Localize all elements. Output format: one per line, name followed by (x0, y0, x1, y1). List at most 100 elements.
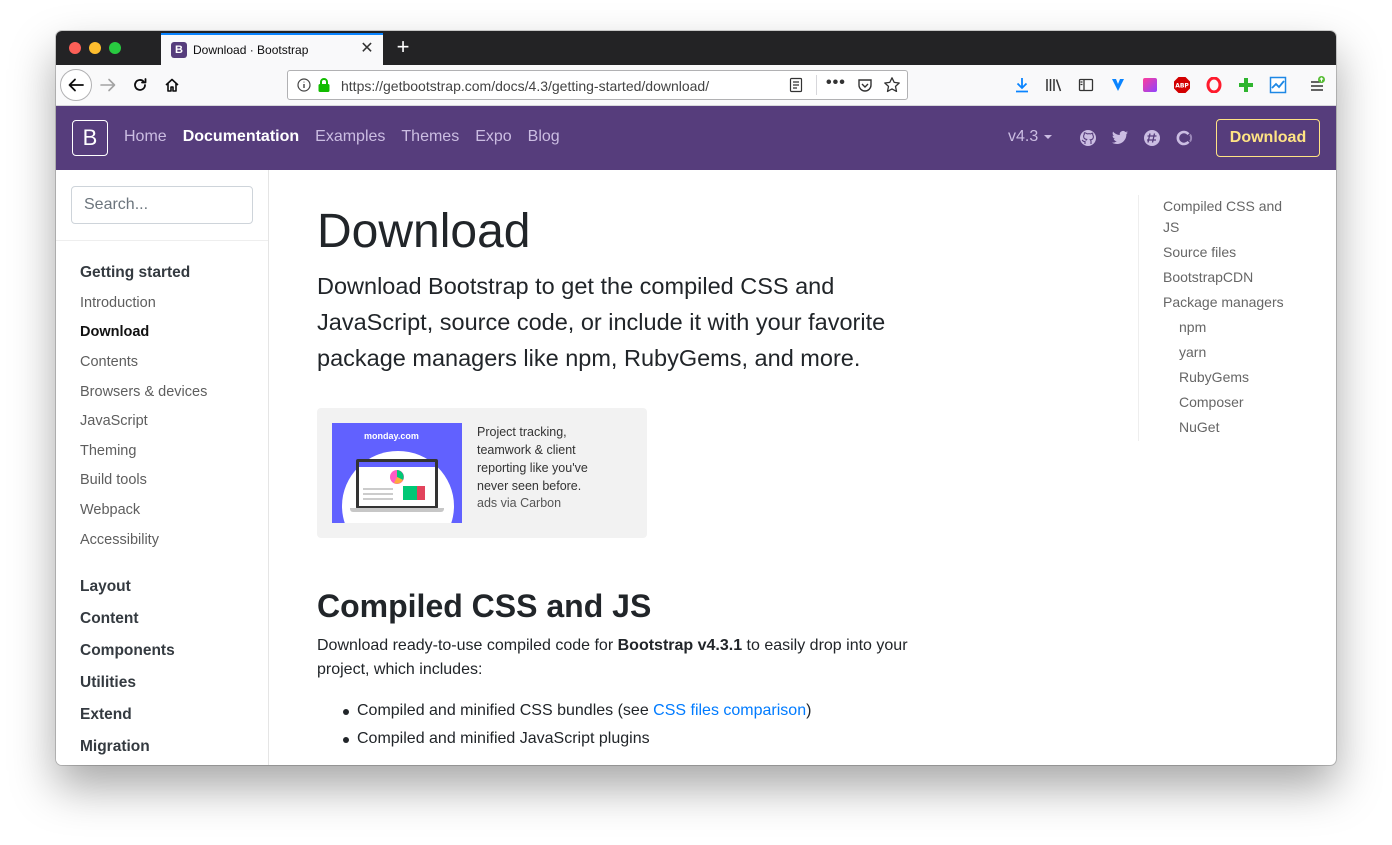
info-icon[interactable] (297, 78, 311, 92)
nav-link-home[interactable]: Home (124, 128, 167, 146)
ad-text[interactable]: Project tracking, teamwork & client repo… (477, 423, 617, 495)
para-prefix: Download ready-to-use compiled code for (317, 637, 618, 654)
url-separator (816, 75, 817, 95)
downloads-icon[interactable] (1013, 76, 1031, 94)
sidebar-item-contents[interactable]: Contents (80, 354, 138, 370)
reader-view-icon[interactable] (788, 77, 804, 93)
sidebar-group-utilities[interactable]: Utilities (80, 674, 136, 692)
new-tab-button[interactable]: + (393, 35, 413, 59)
toc-item-nuget[interactable]: NuGet (1179, 417, 1219, 438)
menu-icon[interactable] (1308, 76, 1326, 94)
page-title: Download (317, 205, 531, 258)
bootstrap-logo[interactable]: B (72, 120, 108, 156)
opera-icon[interactable] (1205, 76, 1223, 94)
github-icon[interactable] (1079, 129, 1097, 147)
sidebar-group-migration[interactable]: Migration (80, 738, 150, 756)
version-dropdown[interactable]: v4.3 (1008, 128, 1053, 146)
ad-image[interactable]: monday.com (332, 423, 462, 523)
lead-paragraph: Download Bootstrap to get the compiled C… (317, 273, 886, 371)
includes-list: Compiled and minified CSS bundles (see C… (317, 697, 811, 753)
url-bar[interactable]: https://getbootstrap.com/docs/4.3/gettin… (287, 70, 908, 100)
close-tab-icon[interactable]: ✕ (359, 41, 375, 57)
sidebar-group-getting-started[interactable]: Getting started (80, 264, 190, 282)
sidebar-item-download[interactable]: Download (80, 324, 149, 340)
table-of-contents: Compiled CSS and JS Source files Bootstr… (1138, 195, 1318, 441)
sidebar-icon[interactable] (1077, 76, 1095, 94)
list-item: Compiled and minified CSS bundles (see C… (317, 697, 811, 725)
carbon-ad[interactable]: monday.com Project tracking, teamwork & … (317, 408, 647, 538)
url-text[interactable]: https://getbootstrap.com/docs/4.3/gettin… (341, 78, 709, 94)
docs-sidebar: Getting started Introduction Download Co… (56, 170, 269, 765)
adblock-plus-icon[interactable]: ABP (1173, 76, 1191, 94)
extension-gradient-icon[interactable] (1141, 76, 1159, 94)
sidebar-search (56, 170, 268, 241)
laptop-screen-icon (356, 459, 438, 509)
sidebar-item-browsers-devices[interactable]: Browsers & devices (80, 384, 207, 400)
home-icon (165, 78, 179, 92)
download-button[interactable]: Download (1216, 119, 1320, 157)
tab-title: Download · Bootstrap (193, 43, 309, 57)
para-version: Bootstrap v4.3.1 (617, 637, 743, 654)
nav-link-themes[interactable]: Themes (401, 128, 459, 146)
list-item: Compiled and minified JavaScript plugins (317, 725, 811, 753)
browser-window: B Download · Bootstrap ✕ + https://getbo… (56, 31, 1336, 765)
forward-button[interactable] (96, 73, 120, 97)
toc-item-rubygems[interactable]: RubyGems (1179, 367, 1249, 388)
arrow-right-icon (100, 78, 116, 92)
close-window-button[interactable] (69, 42, 81, 54)
slack-icon[interactable] (1143, 129, 1161, 147)
open-collective-icon[interactable] (1175, 129, 1193, 147)
library-icon[interactable] (1045, 76, 1063, 94)
screenshot-extension-icon[interactable] (1269, 76, 1287, 94)
caret-down-icon (1044, 134, 1053, 139)
search-input[interactable] (71, 186, 253, 224)
toc-item-composer[interactable]: Composer (1179, 392, 1244, 413)
bullet1-prefix: Compiled and minified CSS bundles (see (357, 702, 654, 719)
twitter-icon[interactable] (1111, 129, 1129, 147)
main-nav: Home Documentation Examples Themes Expo … (124, 128, 576, 146)
sidebar-item-theming[interactable]: Theming (80, 443, 136, 459)
pocket-icon[interactable] (857, 77, 873, 93)
reload-button[interactable] (128, 73, 152, 97)
toc-item-package-managers[interactable]: Package managers (1163, 292, 1284, 313)
minimize-window-button[interactable] (89, 42, 101, 54)
arrow-left-icon (68, 78, 84, 92)
ad-via-link[interactable]: ads via Carbon (477, 496, 561, 510)
sidebar-item-introduction[interactable]: Introduction (80, 295, 156, 311)
home-button[interactable] (160, 73, 184, 97)
site-navbar: B Home Documentation Examples Themes Exp… (56, 106, 1336, 170)
sidebar-item-build-tools[interactable]: Build tools (80, 472, 147, 488)
sidebar-item-javascript[interactable]: JavaScript (80, 413, 148, 429)
sidebar-group-components[interactable]: Components (80, 642, 175, 660)
section-title-compiled: Compiled CSS and JS (317, 588, 652, 624)
version-label: v4.3 (1008, 128, 1039, 145)
toc-item-compiled-css-js[interactable]: Compiled CSS and JS (1163, 196, 1283, 238)
back-button[interactable] (60, 69, 92, 101)
plus-extension-icon[interactable] (1237, 76, 1255, 94)
page-actions-icon[interactable]: ••• (826, 74, 848, 94)
sidebar-item-webpack[interactable]: Webpack (80, 502, 140, 518)
svg-text:ABP: ABP (1175, 83, 1189, 90)
toc-item-bootstrapcdn[interactable]: BootstrapCDN (1163, 267, 1253, 288)
sidebar-group-content[interactable]: Content (80, 610, 139, 628)
toc-item-npm[interactable]: npm (1179, 317, 1206, 338)
sidebar-item-accessibility[interactable]: Accessibility (80, 532, 159, 548)
zoom-window-button[interactable] (109, 42, 121, 54)
nav-link-blog[interactable]: Blog (528, 128, 560, 146)
sidebar-group-layout[interactable]: Layout (80, 578, 131, 596)
bullet1-suffix: ) (806, 702, 812, 719)
bootstrap-favicon-icon: B (171, 42, 187, 58)
reload-icon (134, 78, 147, 91)
lock-icon (318, 78, 330, 92)
nav-link-examples[interactable]: Examples (315, 128, 385, 146)
active-tab[interactable]: B Download · Bootstrap ✕ (161, 33, 383, 65)
bookmark-star-icon[interactable] (883, 76, 901, 94)
toc-item-yarn[interactable]: yarn (1179, 342, 1206, 363)
extension-v-icon[interactable] (1109, 76, 1127, 94)
sidebar-group-extend[interactable]: Extend (80, 706, 132, 724)
nav-link-documentation[interactable]: Documentation (183, 128, 299, 146)
nav-link-expo[interactable]: Expo (475, 128, 511, 146)
browser-toolbar: https://getbootstrap.com/docs/4.3/gettin… (56, 65, 1336, 106)
toc-item-source-files[interactable]: Source files (1163, 242, 1236, 263)
css-files-comparison-link[interactable]: CSS files comparison (653, 702, 806, 719)
